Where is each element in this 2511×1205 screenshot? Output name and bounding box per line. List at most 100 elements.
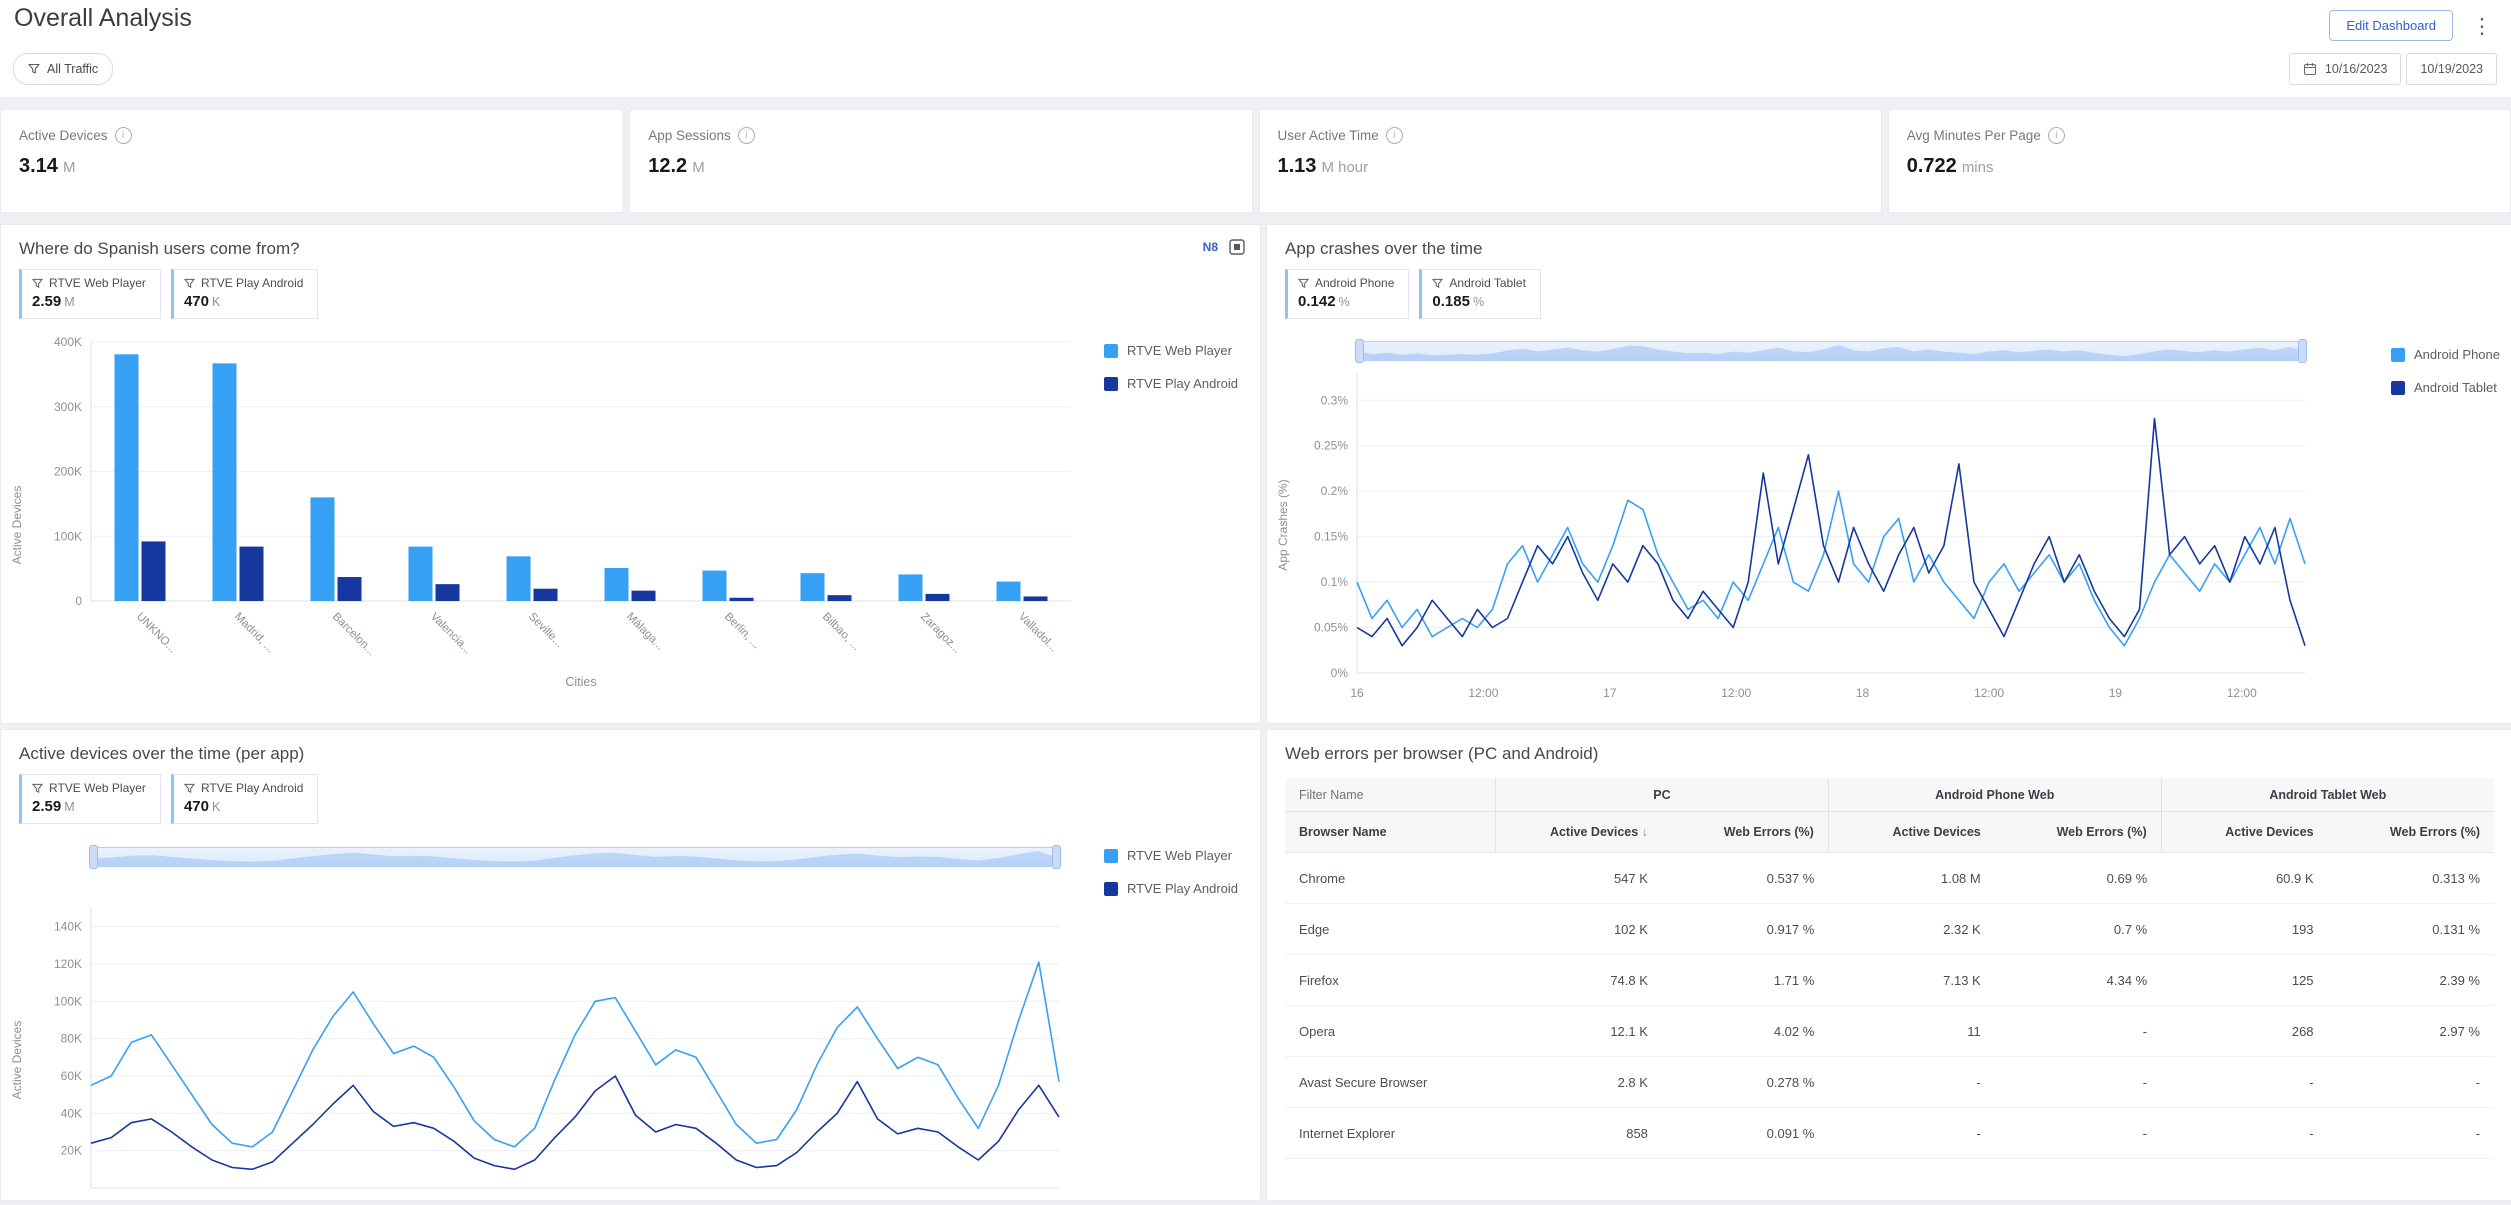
metric-cell: 0.537 % <box>1662 853 1828 904</box>
kpi-unit: mins <box>1962 159 1994 176</box>
metric-cell: - <box>1828 1108 1994 1159</box>
metric-cell: 1.08 M <box>1828 853 1994 904</box>
panel-app-crashes: App crashes over the time Android Phone … <box>1266 224 2511 724</box>
column-header[interactable]: Browser Name <box>1285 812 1496 853</box>
metric-cell: - <box>2328 1108 2494 1159</box>
kpi-label: User Active Time <box>1278 128 1379 143</box>
brush-handle[interactable] <box>1355 339 1364 363</box>
svg-text:Zaragoz...: Zaragoz... <box>918 611 963 656</box>
metric-cell: 0.278 % <box>1662 1057 1828 1108</box>
filter-icon <box>32 278 43 289</box>
metric-cell: 60.9 K <box>2161 853 2327 904</box>
chip-label: Android Phone <box>1315 276 1394 290</box>
svg-text:Seville...: Seville... <box>526 611 565 650</box>
calendar-icon <box>2303 62 2317 76</box>
panel-active-devices-time: Active devices over the time (per app) R… <box>0 729 1261 1201</box>
info-icon[interactable]: i <box>738 127 755 144</box>
legend-item[interactable]: RTVE Play Android <box>1104 881 1238 896</box>
info-icon[interactable]: i <box>1386 127 1403 144</box>
column-header[interactable]: Active Devices <box>2161 812 2327 853</box>
metric-cell: - <box>2161 1108 2327 1159</box>
legend-item[interactable]: Android Tablet <box>2391 380 2500 395</box>
range-slider[interactable] <box>91 847 1059 867</box>
kpi-unit: M <box>63 159 76 176</box>
legend-item[interactable]: RTVE Play Android <box>1104 376 1238 391</box>
svg-text:Madrid, ...: Madrid, ... <box>232 611 277 656</box>
date-range-picker: 10/16/2023 10/19/2023 <box>2289 53 2497 85</box>
metric-cell: - <box>2161 1057 2327 1108</box>
metric-cell: 2.32 K <box>1828 904 1994 955</box>
filter-icon <box>28 63 40 75</box>
drill-report-icon[interactable] <box>1228 238 1246 256</box>
metric-cell: 0.7 % <box>1995 904 2161 955</box>
chip-row: RTVE Web Player 2.59M RTVE Play Android … <box>19 774 318 824</box>
metric-cell: 2.97 % <box>2328 1006 2494 1057</box>
column-header[interactable]: Web Errors (%) <box>2328 812 2494 853</box>
note-badge[interactable]: N8 <box>1203 240 1218 254</box>
date-from-field[interactable]: 10/16/2023 <box>2289 53 2402 85</box>
column-group: PC <box>1496 778 1829 812</box>
svg-text:Málaga...: Málaga... <box>624 611 666 653</box>
kpi-card-user-active-time: User Active Timei 1.13M hour <box>1259 109 1882 213</box>
app-filter-chip[interactable]: RTVE Play Android 470K <box>171 774 319 824</box>
traffic-filter-chip[interactable]: All Traffic <box>13 53 113 85</box>
metric-cell: 0.091 % <box>1662 1108 1828 1159</box>
chart-legend: RTVE Web Player RTVE Play Android <box>1104 343 1238 391</box>
info-icon[interactable]: i <box>115 127 132 144</box>
column-header[interactable]: Web Errors (%) <box>1995 812 2161 853</box>
chip-label: RTVE Play Android <box>201 781 304 795</box>
table-row: Avast Secure Browser2.8 K0.278 %---- <box>1285 1057 2494 1108</box>
legend-item[interactable]: Android Phone <box>2391 347 2500 362</box>
legend-swatch <box>1104 344 1118 358</box>
table-row: Edge102 K0.917 %2.32 K0.7 %1930.131 % <box>1285 904 2494 955</box>
info-icon[interactable]: i <box>2048 127 2065 144</box>
edit-dashboard-button[interactable]: Edit Dashboard <box>2329 10 2453 41</box>
page-title: Overall Analysis <box>14 4 192 33</box>
column-group: Android Tablet Web <box>2161 778 2494 812</box>
chip-unit: M <box>64 800 74 814</box>
legend-label: RTVE Web Player <box>1127 848 1232 863</box>
metric-cell: 0.313 % <box>2328 853 2494 904</box>
svg-text:UNKNO...: UNKNO... <box>134 611 179 656</box>
kebab-menu-icon[interactable]: ⋮ <box>2469 12 2495 40</box>
metric-cell: 193 <box>2161 904 2327 955</box>
chip-label: RTVE Web Player <box>49 781 146 795</box>
column-group: Android Phone Web <box>1828 778 2161 812</box>
legend-swatch <box>1104 377 1118 391</box>
chip-unit: % <box>1339 295 1350 309</box>
column-header[interactable]: Active Devices ↓ <box>1496 812 1662 853</box>
range-slider[interactable] <box>1357 341 2305 361</box>
svg-text:80K: 80K <box>61 1032 82 1046</box>
brush-handle[interactable] <box>89 845 98 869</box>
column-header[interactable]: Web Errors (%) <box>1662 812 1828 853</box>
web-errors-table: Filter NamePCAndroid Phone WebAndroid Ta… <box>1285 778 2494 1159</box>
legend-swatch <box>1104 882 1118 896</box>
crashes-line-chart[interactable]: 0%0.05%0.1%0.15%0.2%0.25%0.3%1612:001712… <box>1285 365 2345 705</box>
metric-cell: 4.34 % <box>1995 955 2161 1006</box>
legend-item[interactable]: RTVE Web Player <box>1104 343 1238 358</box>
metric-cell: 268 <box>2161 1006 2327 1057</box>
svg-text:0.3%: 0.3% <box>1321 393 1349 407</box>
browser-name-cell: Avast Secure Browser <box>1285 1057 1496 1108</box>
app-filter-chip[interactable]: RTVE Web Player 2.59M <box>19 774 161 824</box>
app-filter-chip[interactable]: RTVE Web Player 2.59M <box>19 269 161 319</box>
brush-handle[interactable] <box>2298 339 2307 363</box>
svg-text:140K: 140K <box>54 920 82 934</box>
cities-bar-chart[interactable]: 0100K200K300K400KUNKNO...Madrid, ...Barc… <box>19 325 1081 685</box>
app-filter-chip[interactable]: Android Tablet 0.185% <box>1419 269 1541 319</box>
column-header[interactable]: Active Devices <box>1828 812 1994 853</box>
date-to-field[interactable]: 10/19/2023 <box>2406 53 2497 85</box>
svg-text:17: 17 <box>1603 686 1617 700</box>
chip-value: 470 <box>184 293 209 310</box>
app-filter-chip[interactable]: RTVE Play Android 470K <box>171 269 319 319</box>
devices-line-chart[interactable]: 20K40K60K80K100K120K140K <box>19 880 1079 1200</box>
chip-unit: K <box>212 800 220 814</box>
kpi-row: Active Devicesi 3.14M App Sessionsi 12.2… <box>0 109 2511 213</box>
browser-name-cell: Chrome <box>1285 853 1496 904</box>
svg-text:Barcelon...: Barcelon... <box>330 611 377 658</box>
legend-item[interactable]: RTVE Web Player <box>1104 848 1238 863</box>
filter-icon <box>1432 278 1443 289</box>
brush-handle[interactable] <box>1052 845 1061 869</box>
kpi-card-app-sessions: App Sessionsi 12.2M <box>629 109 1252 213</box>
app-filter-chip[interactable]: Android Phone 0.142% <box>1285 269 1409 319</box>
